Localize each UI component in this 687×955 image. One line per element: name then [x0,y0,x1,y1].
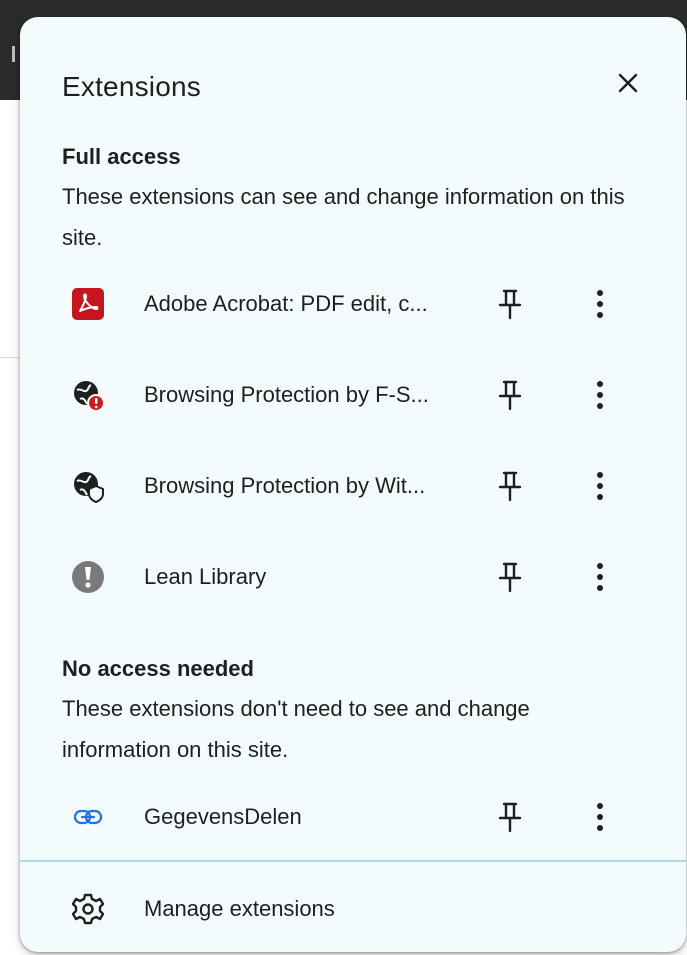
extension-item-lean-library[interactable]: Lean Library [20,545,686,609]
extension-name: GegevensDelen [144,804,302,829]
manage-extensions-label: Manage extensions [144,896,335,921]
lean-library-icon [72,561,104,593]
toolbar-edge-mark [12,46,15,62]
pin-button[interactable] [492,286,528,322]
more-vert-icon [597,803,603,831]
globe-shield-icon [74,472,104,503]
pin-icon [498,471,522,502]
more-options-button[interactable] [582,286,618,322]
no-access-description: These extensions don't need to see and c… [62,696,530,762]
page-divider-line [0,357,20,358]
extension-item-adobe-acrobat[interactable]: Adobe Acrobat: PDF edit, c... [20,272,686,336]
pin-button[interactable] [492,468,528,504]
extensions-panel: Extensions Full access These extensions … [20,17,686,952]
pin-icon [498,802,522,833]
adobe-acrobat-icon [72,288,104,320]
pin-icon [498,380,522,411]
more-options-button[interactable] [582,377,618,413]
panel-title: Extensions [62,71,201,102]
close-button[interactable] [610,65,646,101]
pin-button[interactable] [492,377,528,413]
full-access-heading: Full access [62,144,181,169]
extension-item-browsing-protection-fs[interactable]: Browsing Protection by F-S... [20,363,686,427]
close-icon [618,73,638,93]
more-vert-icon [597,563,603,591]
pin-button[interactable] [492,559,528,595]
more-options-button[interactable] [582,468,618,504]
extension-name: Lean Library [144,564,267,589]
globe-alert-icon [74,381,105,412]
extension-name: Browsing Protection by F-S... [144,382,429,407]
pin-icon [498,562,522,593]
more-vert-icon [597,381,603,409]
extension-name: Browsing Protection by Wit... [144,473,426,498]
pin-button[interactable] [492,799,528,835]
gear-icon [71,893,105,925]
manage-extensions-button[interactable]: Manage extensions [20,877,686,941]
extension-item-browsing-protection-wit[interactable]: Browsing Protection by Wit... [20,454,686,518]
pin-icon [498,289,522,320]
more-options-button[interactable] [582,559,618,595]
extension-item-gegevensdelen[interactable]: GegevensDelen [20,785,686,849]
extension-name: Adobe Acrobat: PDF edit, c... [144,291,428,316]
footer-divider [20,860,686,862]
more-options-button[interactable] [582,799,618,835]
full-access-description: These extensions can see and change info… [62,184,625,250]
more-vert-icon [597,472,603,500]
no-access-heading: No access needed [62,656,254,681]
more-vert-icon [597,290,603,318]
link-icon [73,809,103,825]
